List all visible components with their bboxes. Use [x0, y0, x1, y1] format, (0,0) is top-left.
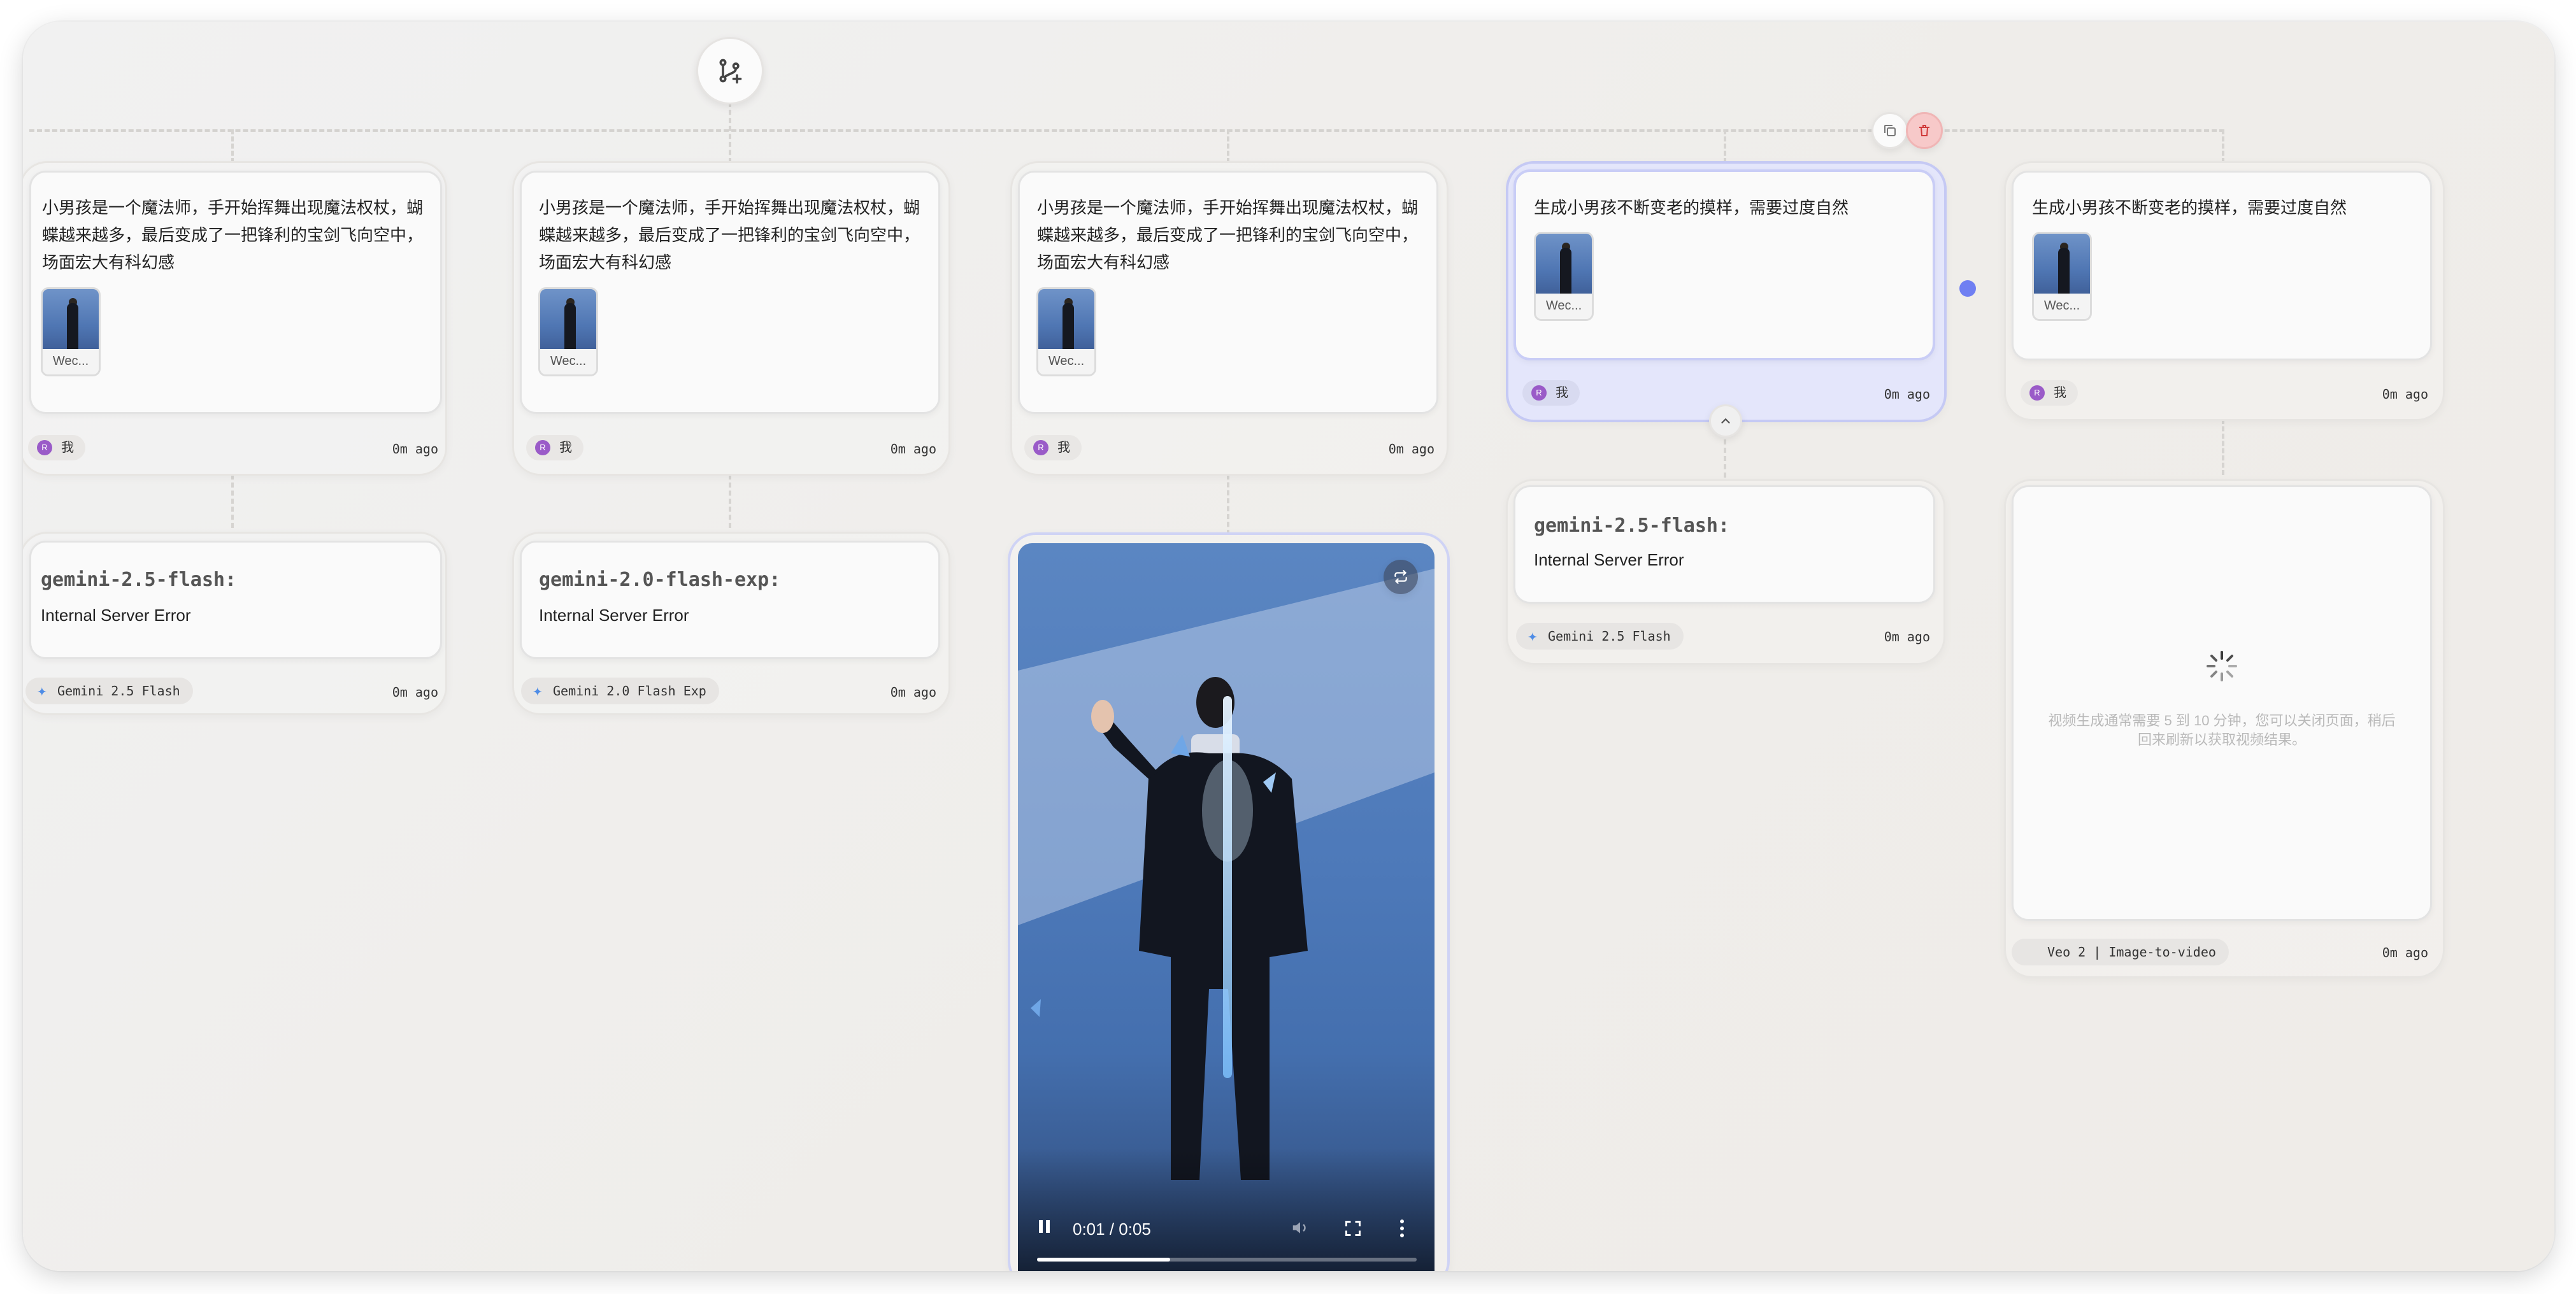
avatar: R: [1531, 385, 1547, 401]
attachment-thumbnail[interactable]: Wec...: [41, 287, 101, 376]
connector: [231, 474, 234, 528]
repeat-icon: [1394, 570, 1407, 584]
timestamp: 0m ago: [1388, 441, 1435, 457]
canvas-window: 小男孩是一个魔法师，手开始挥舞出现魔法权杖，蝴蝶越来越多，最后变成了一把锋利的宝…: [23, 22, 2554, 1271]
sparkle-icon: ✦: [533, 681, 543, 700]
attachment-thumbnail[interactable]: Wec...: [1534, 232, 1594, 321]
user-chip: R我: [1024, 435, 1082, 460]
connector: [231, 129, 234, 163]
response-card: [1513, 485, 1935, 604]
attachment-thumbnail[interactable]: Wec...: [538, 287, 598, 376]
timestamp: 0m ago: [2382, 945, 2428, 960]
model-chip: ✦ Gemini 2.0 Flash Exp: [521, 678, 719, 704]
model-chip: ✦ Gemini 2.5 Flash: [1516, 623, 1684, 650]
prompt-text: 小男孩是一个魔法师，手开始挥舞出现魔法权杖，蝴蝶越来越多，最后变成了一把锋利的宝…: [1037, 198, 1419, 272]
timestamp: 0m ago: [890, 441, 936, 457]
attachment-label: Wec...: [1536, 294, 1592, 319]
model-chip: Veo 2 | Image-to-video: [2012, 939, 2229, 965]
pending-message: 视频生成通常需要 5 到 10 分钟，您可以关闭页面，稍后回来刷新以获取视频结果…: [2048, 713, 2396, 748]
prompt-text: 小男孩是一个魔法师，手开始挥舞出现魔法权杖，蝴蝶越来越多，最后变成了一把锋利的宝…: [539, 198, 920, 272]
attachment-label: Wec...: [1038, 349, 1094, 374]
avatar: R: [1033, 440, 1048, 455]
model-error-title: gemini-2.5-flash:: [1534, 515, 1730, 537]
timestamp: 0m ago: [2382, 387, 2428, 402]
prompt-text: 生成小男孩不断变老的摸样，需要过度自然: [2032, 198, 2347, 217]
prompt-text: 小男孩是一个魔法师，手开始挥舞出现魔法权杖，蝴蝶越来越多，最后变成了一把锋利的宝…: [42, 198, 424, 272]
model-error-title: gemini-2.5-flash:: [41, 569, 237, 591]
user-chip: R我: [526, 435, 583, 460]
copy-icon: [1884, 125, 1896, 136]
progress-fill: [1037, 1258, 1170, 1262]
fullscreen-icon: [1345, 1221, 1361, 1236]
connector: [2222, 419, 2224, 475]
avatar: R: [37, 440, 52, 455]
attachment-thumbnail[interactable]: Wec...: [1036, 287, 1096, 376]
more-options-button[interactable]: [1399, 1218, 1405, 1242]
video-player[interactable]: 0:01 / 0:05: [1018, 543, 1435, 1271]
connector: [1227, 474, 1229, 535]
mute-button[interactable]: [1289, 1218, 1311, 1241]
timestamp: 0m ago: [1884, 629, 1930, 644]
user-chip: R我: [28, 435, 85, 460]
pause-icon: [1039, 1220, 1050, 1233]
attachment-thumbnail[interactable]: Wec...: [2032, 232, 2092, 321]
progress-track[interactable]: [1037, 1258, 1417, 1262]
collapse-button[interactable]: [1709, 404, 1742, 437]
video-time: 0:01 / 0:05: [1073, 1219, 1151, 1239]
response-card: [29, 541, 442, 659]
chevron-up-icon: [1721, 418, 1730, 423]
response-card: [520, 541, 940, 659]
new-branch-button[interactable]: [696, 37, 764, 104]
connection-handle[interactable]: [1959, 280, 1976, 297]
trash-icon: [1919, 125, 1929, 136]
error-message: Internal Server Error: [41, 606, 191, 625]
more-vertical-icon: [1400, 1219, 1404, 1237]
avatar: R: [2029, 385, 2045, 401]
loading-spinner-icon: [2207, 651, 2237, 681]
model-chip: ✦ Gemini 2.5 Flash: [25, 678, 193, 704]
pending-card: [2012, 485, 2432, 921]
error-message: Internal Server Error: [539, 606, 689, 625]
pause-button[interactable]: [1037, 1218, 1055, 1241]
delete-button[interactable]: [1906, 112, 1943, 149]
connector: [1724, 129, 1726, 163]
video-frame: [1018, 569, 1435, 1271]
connector: [1227, 129, 1229, 163]
timestamp: 0m ago: [392, 685, 438, 700]
volume-icon: [1292, 1222, 1306, 1234]
copy-button[interactable]: [1871, 112, 1908, 149]
sparkle-icon: ✦: [37, 681, 47, 700]
avatar: R: [535, 440, 550, 455]
fullscreen-button[interactable]: [1344, 1219, 1362, 1241]
attachment-label: Wec...: [2034, 294, 2090, 319]
sparkle-icon: ✦: [1528, 627, 1538, 646]
git-branch-plus-icon: [719, 59, 742, 84]
connector: [1724, 439, 1726, 478]
loop-button[interactable]: [1384, 560, 1418, 594]
connector: [729, 474, 731, 528]
user-chip: R我: [2021, 380, 2078, 406]
prompt-text: 生成小男孩不断变老的摸样，需要过度自然: [1534, 198, 1849, 217]
connector: [729, 102, 731, 163]
attachment-label: Wec...: [540, 349, 596, 374]
error-message: Internal Server Error: [1534, 550, 1684, 569]
model-error-title: gemini-2.0-flash-exp:: [539, 569, 781, 591]
attachment-label: Wec...: [43, 349, 99, 374]
timestamp: 0m ago: [392, 441, 438, 457]
user-chip: R我: [1522, 380, 1580, 406]
timestamp: 0m ago: [1884, 387, 1930, 402]
connector: [2222, 129, 2224, 163]
timestamp: 0m ago: [890, 685, 936, 700]
